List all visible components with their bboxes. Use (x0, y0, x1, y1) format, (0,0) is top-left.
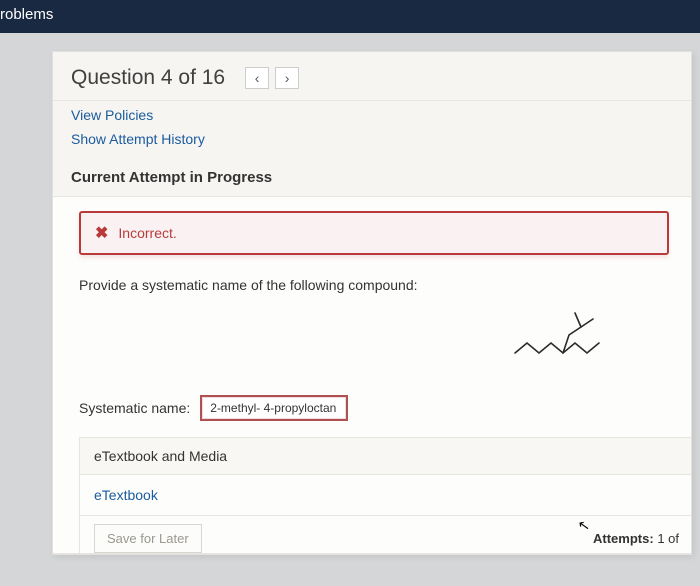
page-container: Question 4 of 16 ‹ › View Policies Show … (0, 33, 700, 555)
top-nav-bar: roblems (0, 0, 700, 33)
attempt-section-title: Current Attempt in Progress (53, 153, 691, 196)
save-for-later-button[interactable]: Save for Later (94, 524, 202, 553)
next-question-button[interactable]: › (275, 67, 299, 89)
question-card: Question 4 of 16 ‹ › View Policies Show … (52, 51, 692, 555)
systematic-name-input[interactable] (200, 395, 348, 421)
attempts-counter: Attempts: 1 of (593, 531, 679, 546)
question-content: ✖ Incorrect. Provide a systematic name o… (53, 196, 691, 554)
etextbook-header: eTextbook and Media (80, 438, 691, 475)
x-icon: ✖ (95, 223, 108, 243)
answer-row: Systematic name: (79, 389, 691, 437)
top-nav-title: roblems (0, 6, 53, 23)
attempts-label: Attempts: (593, 531, 654, 546)
show-attempt-history-link[interactable]: Show Attempt History (71, 127, 673, 151)
feedback-text: Incorrect. (118, 225, 176, 241)
chevron-left-icon: ‹ (255, 71, 260, 85)
molecule-icon (509, 303, 629, 365)
attempts-value: 1 of (657, 531, 679, 546)
etextbook-section: eTextbook and Media eTextbook Save for L… (79, 437, 691, 553)
question-number-title: Question 4 of 16 (71, 66, 225, 90)
question-prompt: Provide a systematic name of the followi… (79, 273, 691, 307)
chevron-right-icon: › (285, 71, 290, 85)
prev-question-button[interactable]: ‹ (245, 67, 269, 89)
policy-links: View Policies Show Attempt History (53, 100, 691, 153)
compound-structure (79, 307, 691, 389)
footer-row: Save for Later Attempts: 1 of (80, 516, 691, 553)
etextbook-link[interactable]: eTextbook (80, 475, 691, 516)
question-header: Question 4 of 16 ‹ › (53, 52, 691, 100)
feedback-incorrect: ✖ Incorrect. (79, 211, 669, 255)
answer-label: Systematic name: (79, 400, 190, 416)
question-nav: ‹ › (245, 67, 299, 89)
view-policies-link[interactable]: View Policies (71, 103, 673, 127)
